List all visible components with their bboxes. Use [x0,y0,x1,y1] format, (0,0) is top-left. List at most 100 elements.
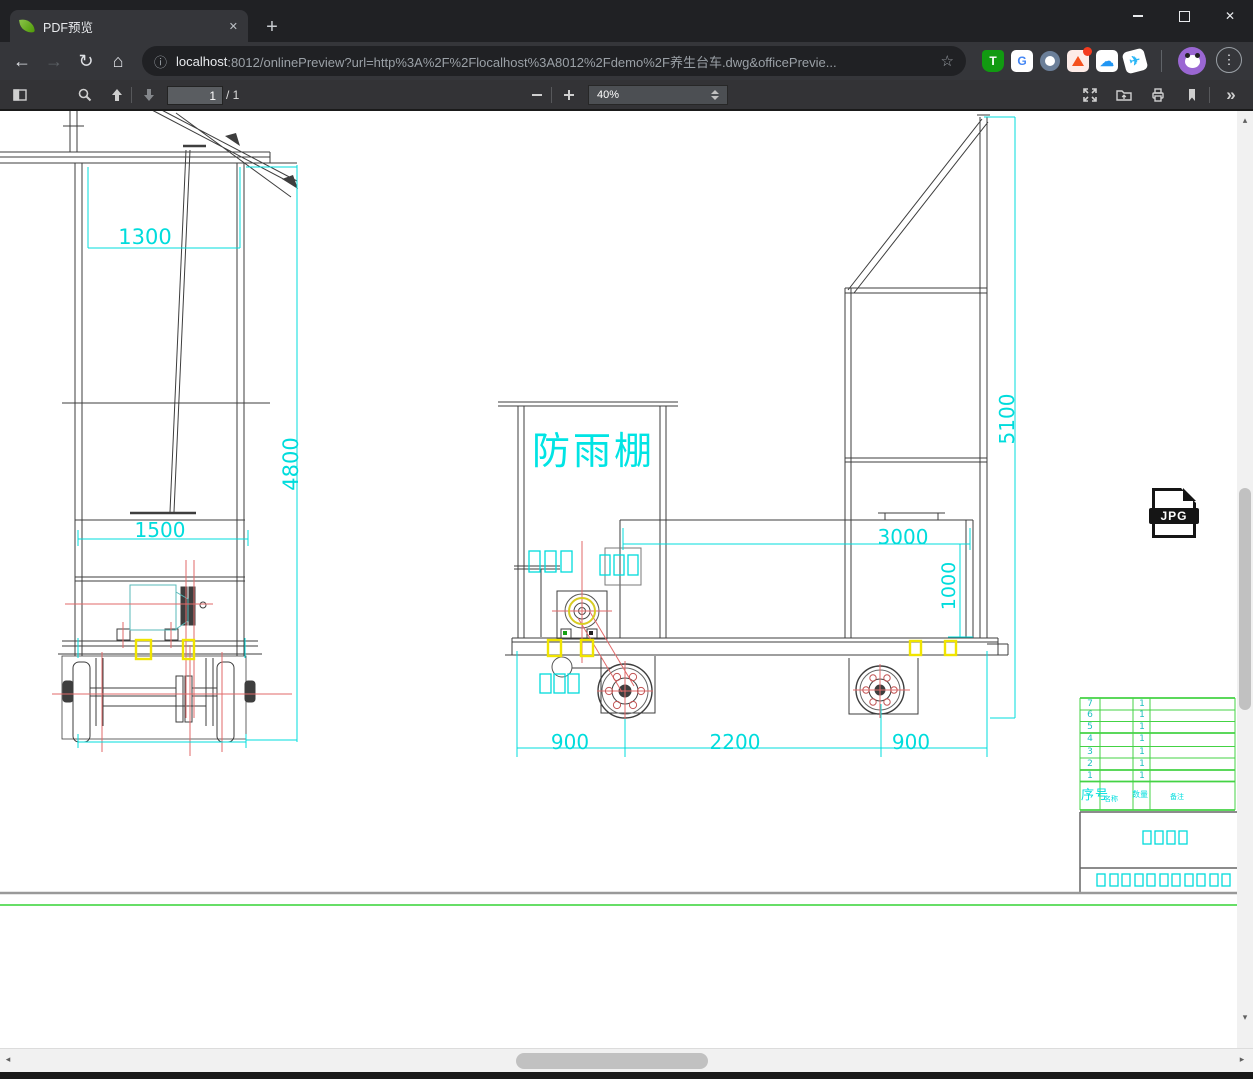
back-button[interactable]: ← [8,47,36,75]
extension-red-badge-icon[interactable] [1067,47,1092,72]
titleblock-row-no: 5 [1087,722,1093,732]
dim-label-5100: 5100 [995,393,1019,445]
address-bar[interactable]: ⓘ localhost :8012/onlinePreview?url=http… [142,46,966,76]
cad-title-block-lower [1079,811,1237,893]
extension-tampermonkey-icon[interactable]: T [982,50,1004,72]
tab-close-icon[interactable]: ✕ [229,20,238,33]
titleblock-row-no: 6 [1087,710,1093,720]
dim-label-900-right: 900 [891,730,931,754]
jpg-fold-corner-dark [1183,488,1196,501]
window-titlebar: PDF预览 ✕ + ✕ [0,0,1253,42]
horizontal-scrollbar[interactable]: ◂ ▸ [0,1048,1253,1072]
reload-button[interactable]: ↻ [72,47,100,75]
page-count-label: / 1 [226,88,240,102]
dim-label-2200: 2200 [709,730,761,754]
sidebar-icon [13,89,27,101]
dim-label-3000: 3000 [877,525,929,549]
extension-cloud-icon[interactable]: ☁ [1096,50,1118,72]
site-info-icon[interactable]: ⓘ [154,52,167,71]
cad-side-view [498,114,1009,719]
jpg-file-icon: JPG [1149,488,1199,538]
zoom-select[interactable]: 40% [588,85,728,105]
window-close-button[interactable]: ✕ [1207,0,1253,32]
vertical-scrollbar[interactable]: ▴ ▾ [1237,111,1253,1048]
new-tab-button[interactable]: + [258,13,286,41]
canopy-text: 防雨棚 [532,429,656,473]
forward-button[interactable]: → [40,47,68,75]
arrow-down-icon [144,89,154,101]
window-bottom-edge [0,1072,1253,1079]
window-minimize-button[interactable] [1115,0,1161,32]
dim-label-900-left: 900 [550,730,590,754]
cad-dimension-lines [77,116,1231,887]
zoom-out-button[interactable] [524,83,550,107]
titleblock-header-note: 备注 [1170,793,1184,801]
scroll-down-button[interactable]: ▾ [1237,1012,1253,1023]
scroll-right-button[interactable]: ▸ [1234,1054,1250,1065]
next-page-button[interactable] [136,83,162,107]
extension-ring-icon[interactable] [1039,50,1061,72]
horizontal-scrollbar-thumb[interactable] [516,1053,708,1069]
titleblock-row-qty: 1 [1139,747,1145,757]
profile-avatar[interactable] [1178,47,1206,75]
presentation-mode-button[interactable] [1077,83,1103,107]
url-host: localhost [176,53,228,69]
titleblock-row-qty: 1 [1139,722,1145,732]
chevron-double-right-icon: » [1226,85,1236,104]
sidebar-toggle-button[interactable] [7,83,33,107]
print-icon [1152,88,1164,102]
titleblock-header-qty: 数量 [1132,790,1148,799]
bookmark-icon [1189,89,1195,101]
cad-left-view [0,105,298,743]
window-maximize-button[interactable] [1161,0,1207,32]
previous-page-button[interactable] [104,83,130,107]
open-file-button[interactable] [1111,83,1137,107]
open-file-icon [1116,90,1132,101]
fullscreen-icon [1083,88,1097,102]
toolbar-separator [131,87,132,103]
bookmark-button[interactable] [1179,83,1205,107]
titleblock-row-no: 3 [1087,747,1093,757]
cad-yellow-marks [134,597,958,661]
cad-missing-glyph-boxes [528,550,1231,887]
titleblock-row-no: 7 [1087,699,1093,709]
toolbar-separator [551,87,552,103]
titleblock-row-qty: 1 [1139,759,1145,769]
more-tools-button[interactable]: » [1218,83,1244,107]
titleblock-header-name: 名称 [1104,795,1118,803]
print-button[interactable] [1145,83,1171,107]
minus-icon [532,94,542,96]
titleblock-row-qty: 1 [1139,771,1145,781]
titleblock-row-qty: 1 [1139,699,1145,709]
titleblock-row-qty: 1 [1139,734,1145,744]
titleblock-row-no: 2 [1087,759,1093,769]
search-button[interactable] [72,83,98,107]
dim-label-4800: 4800 [279,437,303,491]
browser-tab[interactable]: PDF预览 ✕ [10,10,248,42]
bookmark-star-icon[interactable]: ☆ [941,52,954,70]
home-button[interactable]: ⌂ [104,47,132,75]
arrow-up-icon [112,89,122,101]
titleblock-row-no: 4 [1087,734,1093,744]
window-controls: ✕ [1115,0,1253,32]
jpg-label: JPG [1149,508,1199,524]
pdf-viewer-toolbar: / 1 40% » [0,80,1253,111]
zoom-value: 40% [597,89,620,101]
toolbar-separator [1209,87,1210,103]
vertical-scrollbar-thumb[interactable] [1239,488,1251,710]
dim-label-1500: 1500 [134,518,186,542]
zoom-in-button[interactable] [556,83,582,107]
tab-title: PDF预览 [43,20,94,35]
scroll-up-button[interactable]: ▴ [1237,115,1253,126]
dim-label-1300: 1300 [118,225,172,249]
titleblock-row-no: 1 [1087,771,1093,781]
url-path: :8012/onlinePreview?url=http%3A%2F%2Floc… [227,54,837,70]
search-icon [78,88,92,102]
extension-bird-icon[interactable]: ✈ [1121,47,1149,75]
notification-badge [1083,47,1092,56]
plus-icon [564,90,574,100]
page-number-input[interactable] [167,86,223,105]
browser-menu-button[interactable]: ⋮ [1216,47,1242,73]
scroll-left-button[interactable]: ◂ [0,1054,16,1065]
extension-translate-icon[interactable]: G [1011,50,1033,72]
